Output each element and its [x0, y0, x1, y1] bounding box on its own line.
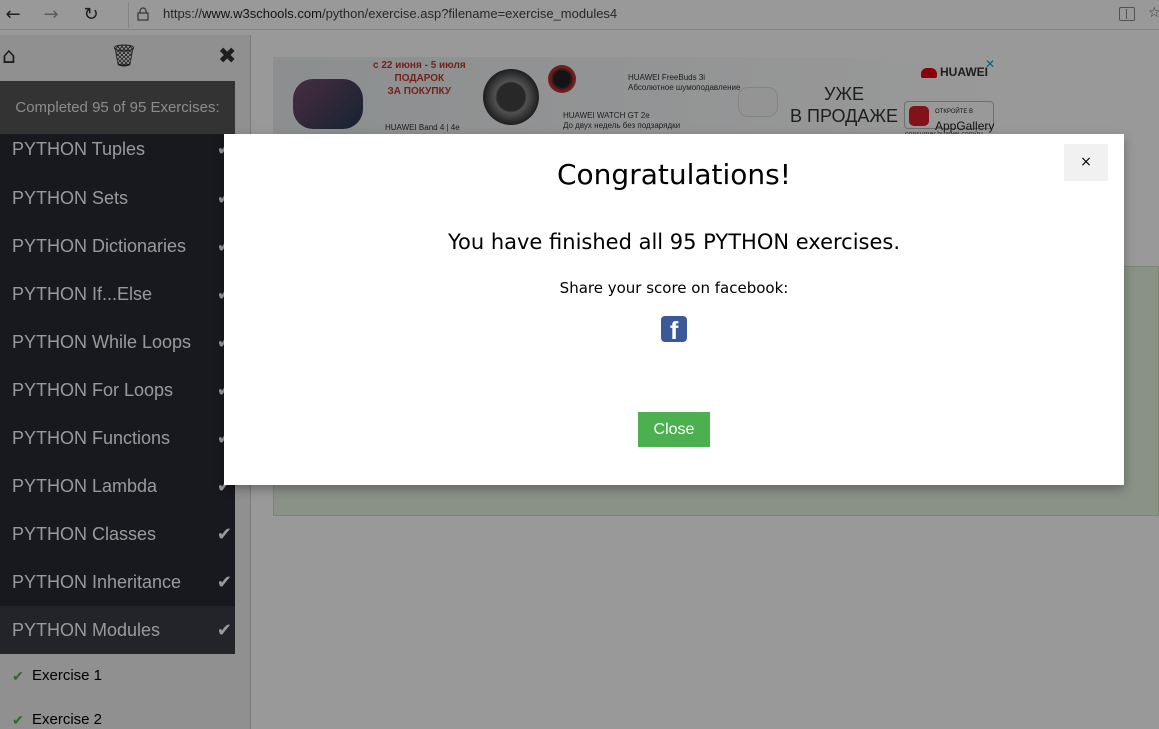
share-prompt: Share your score on facebook: [559, 279, 789, 297]
facebook-glyph: f [670, 317, 679, 342]
congratulations-modal: × Congratulations! You have finished all… [224, 134, 1124, 485]
facebook-icon[interactable]: f [661, 316, 687, 342]
modal-title: Congratulations! [557, 158, 791, 191]
modal-message: You have finished all 95 PYTHON exercise… [447, 230, 901, 254]
close-button[interactable]: Close [638, 412, 710, 447]
